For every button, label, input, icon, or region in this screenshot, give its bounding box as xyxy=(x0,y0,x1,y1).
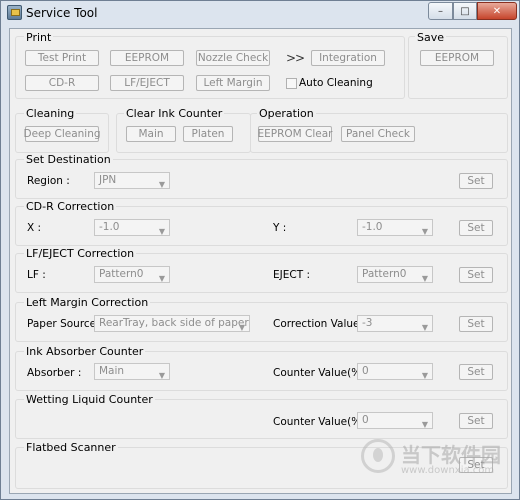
absorber-counter-value: 0 xyxy=(362,365,369,377)
service-tool-window: Service Tool – □ ✕ Print Test Print EEPR… xyxy=(0,0,520,500)
left-margin-set-button[interactable]: Set xyxy=(459,316,493,332)
panel-check-button[interactable]: Panel Check xyxy=(341,126,415,142)
cleaning-group-title: Cleaning xyxy=(24,107,77,120)
watermark-brand: 当下软件园 xyxy=(401,443,501,467)
left-margin-button[interactable]: Left Margin xyxy=(196,75,270,91)
x-select[interactable]: -1.0 ▼ xyxy=(94,219,170,236)
dropdown-arrow-icon: ▼ xyxy=(421,420,428,429)
y-select[interactable]: -1.0 ▼ xyxy=(357,219,433,236)
watermark-logo-icon xyxy=(361,439,395,473)
lf-select[interactable]: Pattern0 ▼ xyxy=(94,266,170,283)
dropdown-arrow-icon: ▼ xyxy=(158,180,165,189)
eject-value: Pattern0 xyxy=(362,268,407,280)
dropdown-arrow-icon: ▼ xyxy=(158,227,165,236)
auto-cleaning-label: Auto Cleaning xyxy=(299,77,373,89)
chevron-right-icon: >> xyxy=(286,51,305,65)
absorber-counter-select[interactable]: 0 ▼ xyxy=(357,363,433,380)
wetting-counter-select[interactable]: 0 ▼ xyxy=(357,412,433,429)
correction-value: -3 xyxy=(362,317,373,329)
dropdown-arrow-icon: ▼ xyxy=(158,371,165,380)
clear-ink-counter-title: Clear Ink Counter xyxy=(124,107,225,120)
minimize-button[interactable]: – xyxy=(428,2,453,20)
eject-label: EJECT : xyxy=(273,269,310,281)
operation-group-title: Operation xyxy=(257,107,316,120)
title-bar: Service Tool – □ ✕ xyxy=(1,1,519,25)
region-value: JPN xyxy=(99,174,117,186)
absorber-select[interactable]: Main ▼ xyxy=(94,363,170,380)
client-area: Print Test Print EEPROM Nozzle Check >> … xyxy=(9,28,512,494)
deep-cleaning-button[interactable]: Deep Cleaning xyxy=(23,126,101,142)
close-button[interactable]: ✕ xyxy=(477,2,517,20)
correction-value-label: Correction Value : xyxy=(273,318,367,330)
lf-eject-button[interactable]: LF/EJECT xyxy=(110,75,184,91)
test-print-button[interactable]: Test Print xyxy=(25,50,99,66)
dropdown-arrow-icon: ▼ xyxy=(421,323,428,332)
wetting-counter-value: 0 xyxy=(362,414,369,426)
left-margin-correction-title: Left Margin Correction xyxy=(24,296,151,309)
save-group-title: Save xyxy=(415,31,447,44)
eject-select[interactable]: Pattern0 ▼ xyxy=(357,266,433,283)
correction-value-select[interactable]: -3 ▼ xyxy=(357,315,433,332)
lf-eject-set-button[interactable]: Set xyxy=(459,267,493,283)
paper-source-select[interactable]: RearTray, back side of paper ▼ xyxy=(94,315,250,332)
paper-source-label: Paper Source : xyxy=(27,318,104,330)
absorber-set-button[interactable]: Set xyxy=(459,364,493,380)
dropdown-arrow-icon: ▼ xyxy=(421,227,428,236)
nozzle-check-button[interactable]: Nozzle Check xyxy=(196,50,270,66)
watermark-logo: 当下软件园 www.downxia.com xyxy=(361,433,511,493)
flatbed-scanner-title: Flatbed Scanner xyxy=(24,441,118,454)
set-destination-title: Set Destination xyxy=(24,153,113,166)
y-value: -1.0 xyxy=(362,221,383,233)
eeprom-clear-button[interactable]: EEPROM Clear xyxy=(257,126,333,142)
printer-app-icon xyxy=(7,5,22,20)
lf-label: LF : xyxy=(27,269,46,281)
paper-source-value: RearTray, back side of paper xyxy=(99,317,249,329)
destination-set-button[interactable]: Set xyxy=(459,173,493,189)
maximize-button[interactable]: □ xyxy=(453,2,477,20)
print-group-title: Print xyxy=(24,31,54,44)
watermark-url: www.downxia.com xyxy=(401,465,495,476)
dropdown-arrow-icon: ▼ xyxy=(158,274,165,283)
region-label: Region : xyxy=(27,175,70,187)
ink-absorber-title: Ink Absorber Counter xyxy=(24,345,146,358)
x-value: -1.0 xyxy=(99,221,120,233)
lf-value: Pattern0 xyxy=(99,268,144,280)
wetting-set-button[interactable]: Set xyxy=(459,413,493,429)
save-group xyxy=(408,36,508,99)
window-title: Service Tool xyxy=(26,6,98,20)
wetting-liquid-title: Wetting Liquid Counter xyxy=(24,393,155,406)
clear-platen-button[interactable]: Platen xyxy=(183,126,233,142)
region-select[interactable]: JPN ▼ xyxy=(94,172,170,189)
dropdown-arrow-icon: ▼ xyxy=(421,274,428,283)
cdr-set-button[interactable]: Set xyxy=(459,220,493,236)
save-eeprom-button[interactable]: EEPROM xyxy=(420,50,494,66)
y-label: Y : xyxy=(273,222,287,234)
clear-main-button[interactable]: Main xyxy=(126,126,176,142)
integration-button[interactable]: Integration xyxy=(311,50,385,66)
print-eeprom-button[interactable]: EEPROM xyxy=(110,50,184,66)
lf-eject-correction-title: LF/EJECT Correction xyxy=(24,247,137,260)
x-label: X : xyxy=(27,222,42,234)
absorber-value: Main xyxy=(99,365,125,377)
dropdown-arrow-icon: ▼ xyxy=(421,371,428,380)
absorber-label: Absorber : xyxy=(27,367,82,379)
dropdown-arrow-icon: ▼ xyxy=(238,323,245,332)
cd-r-button[interactable]: CD-R xyxy=(25,75,99,91)
cdr-correction-title: CD-R Correction xyxy=(24,200,117,213)
auto-cleaning-checkbox[interactable] xyxy=(286,78,297,89)
